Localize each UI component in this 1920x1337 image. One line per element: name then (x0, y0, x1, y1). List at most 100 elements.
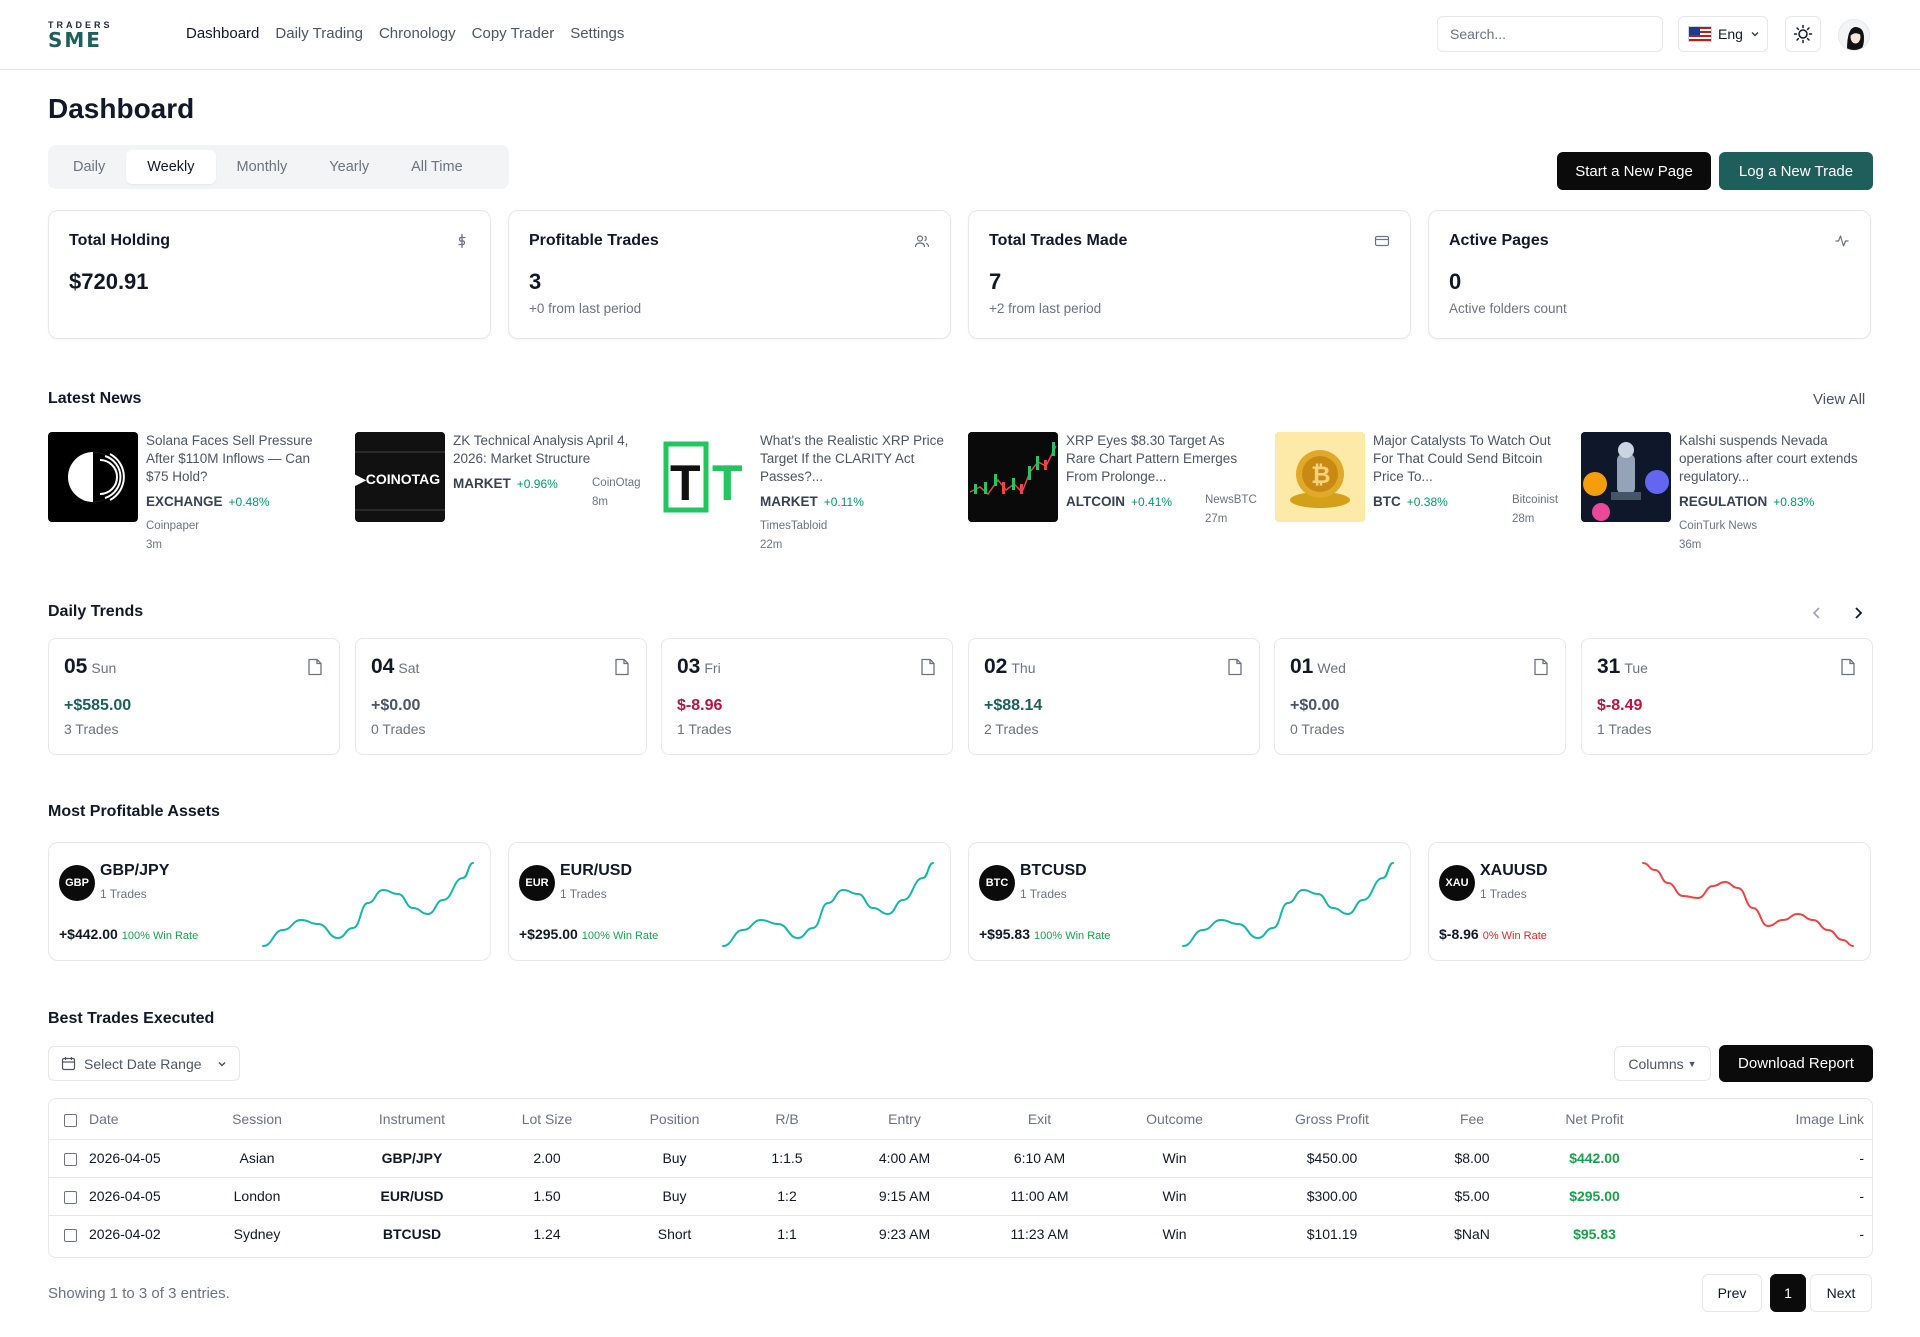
asset-card[interactable]: BTC BTCUSD 1 Trades +$95.83 100% Win Rate (968, 842, 1411, 961)
theme-toggle-button[interactable] (1785, 16, 1821, 52)
document-icon[interactable] (614, 658, 630, 676)
prev-page-button[interactable]: Prev (1702, 1274, 1762, 1312)
asset-card[interactable]: GBP GBP/JPY 1 Trades +$442.00 100% Win Rate (48, 842, 491, 961)
row-checkbox[interactable] (64, 1229, 77, 1243)
date-range-picker[interactable]: Select Date Range (48, 1046, 240, 1081)
log-new-trade-button[interactable]: Log a New Trade (1719, 152, 1873, 190)
day-card[interactable]: 01 Wed +$0.00 0 Trades (1274, 638, 1566, 755)
news-age: 36m (1679, 539, 1702, 551)
document-icon[interactable] (920, 658, 936, 676)
news-item[interactable]: Solana Faces Sell Pressure After $110M I… (48, 432, 348, 557)
news-tag: MARKET +0.11% (760, 494, 864, 509)
cell-net-profit: $295.00 (1522, 1177, 1667, 1216)
daily-trends-title: Daily Trends (48, 603, 144, 620)
cell-exit: 11:23 AM (1010, 1226, 1069, 1243)
news-title: Major Catalysts To Watch Out For That Co… (1373, 433, 1551, 484)
asset-profit-value: +$95.83 (979, 926, 1030, 942)
sparkline-path (722, 862, 934, 947)
tab-all-time[interactable]: All Time (390, 150, 484, 184)
row-checkbox[interactable] (64, 1152, 77, 1166)
nav-chronology[interactable]: Chronology (379, 25, 456, 42)
day-card[interactable]: 31 Tue $-8.49 1 Trades (1581, 638, 1873, 755)
asset-name: BTCUSD (1020, 862, 1087, 879)
next-page-button[interactable]: Next (1810, 1274, 1872, 1312)
news-source: CoinTurk News (1679, 520, 1758, 532)
col-exit[interactable]: Exit (972, 1099, 1107, 1140)
col-net-profit[interactable]: Net Profit (1522, 1099, 1667, 1140)
chevron-right-icon[interactable] (1849, 604, 1867, 622)
cell-gross-profit: $101.19 (1306, 1226, 1358, 1243)
cell-outcome: Win (1162, 1226, 1187, 1243)
col-position[interactable]: Position (612, 1099, 737, 1140)
news-item[interactable]: XRP Eyes $8.30 Target As Rare Chart Patt… (968, 432, 1268, 557)
day-trades-count: 1 Trades (1597, 721, 1652, 737)
view-all-news-link[interactable]: View All (1813, 391, 1865, 408)
download-report-button[interactable]: Download Report (1719, 1045, 1873, 1082)
day-card[interactable]: 05 Sun +$585.00 3 Trades (48, 638, 340, 755)
row-checkbox[interactable] (64, 1190, 77, 1204)
search-input[interactable] (1437, 16, 1663, 52)
col-image-link[interactable]: Image Link (1667, 1099, 1872, 1140)
stat-title: Total Holding (69, 232, 171, 249)
table-row[interactable]: 2026-04-05 Asian GBP/JPY 2.00 Buy 1:1.5 4:00 A… (49, 1139, 1872, 1178)
col-date[interactable]: Date (77, 1099, 172, 1140)
asset-sparkline (1642, 862, 1854, 947)
nav-dashboard[interactable]: Dashboard (186, 25, 259, 42)
start-new-page-button[interactable]: Start a New Page (1557, 152, 1711, 190)
language-select[interactable]: Eng (1678, 16, 1768, 52)
document-icon[interactable] (307, 658, 323, 676)
nav-settings[interactable]: Settings (570, 25, 624, 42)
nav-daily-trading[interactable]: Daily Trading (275, 25, 363, 42)
document-icon[interactable] (1840, 658, 1856, 676)
col-rb[interactable]: R/B (737, 1099, 837, 1140)
news-item[interactable]: Kalshi suspends Nevada operations after … (1581, 432, 1881, 557)
col-gross-profit[interactable]: Gross Profit (1242, 1099, 1422, 1140)
col-lot-size[interactable]: Lot Size (482, 1099, 612, 1140)
asset-card[interactable]: EUR EUR/USD 1 Trades +$295.00 100% Win Rate (508, 842, 951, 961)
stat-subtext: +2 from last period (989, 301, 1102, 316)
col-session[interactable]: Session (172, 1099, 342, 1140)
table-row[interactable]: 2026-04-02 Sydney BTCUSD 1.24 Short 1:1 9:23 A… (49, 1215, 1872, 1253)
day-card[interactable]: 03 Fri $-8.96 1 Trades (661, 638, 953, 755)
day-card[interactable]: 04 Sat +$0.00 0 Trades (355, 638, 647, 755)
news-item[interactable]: ▶COINOTAG ZK Technical Analysis April 4,… (355, 432, 655, 557)
news-title: What's the Realistic XRP Price Target If… (760, 433, 944, 484)
page-1-button[interactable]: 1 (1770, 1274, 1806, 1312)
document-icon[interactable] (1533, 658, 1549, 676)
day-card[interactable]: 02 Thu +$88.14 2 Trades (968, 638, 1260, 755)
cell-session: Asian (172, 1139, 342, 1178)
news-item[interactable]: TT What's the Realistic XRP Price Target… (662, 432, 962, 557)
col-entry[interactable]: Entry (837, 1099, 972, 1140)
col-outcome[interactable]: Outcome (1107, 1099, 1242, 1140)
user-avatar[interactable] (1838, 19, 1870, 51)
news-source: TimesTabloid (760, 520, 828, 532)
table-row[interactable]: 2026-04-05 London EUR/USD 1.50 Buy 1:2 9:15 AM… (49, 1177, 1872, 1216)
row-select-cell (49, 1177, 77, 1216)
tab-daily[interactable]: Daily (52, 150, 126, 184)
stat-card-active-pages: Active Pages 0 Active folders count (1428, 210, 1871, 339)
chevron-left-icon[interactable] (1808, 604, 1826, 622)
document-icon[interactable] (1227, 658, 1243, 676)
brand-logo[interactable]: TRADERS SME (48, 20, 138, 50)
language-label: Eng (1718, 26, 1743, 42)
asset-card[interactable]: XAU XAUUSD 1 Trades $-8.96 0% Win Rate (1428, 842, 1871, 961)
cell-fee: $5.00 (1422, 1177, 1522, 1216)
card-icon (1374, 235, 1390, 247)
asset-profit: +$95.83 100% Win Rate (979, 926, 1110, 942)
nav-copy-trader[interactable]: Copy Trader (472, 25, 555, 42)
stat-title: Total Trades Made (989, 232, 1128, 249)
asset-profit: +$295.00 100% Win Rate (519, 926, 658, 942)
tab-monthly[interactable]: Monthly (216, 150, 309, 184)
news-item[interactable]: ₿ Major Catalysts To Watch Out For That … (1275, 432, 1575, 557)
stat-card-total-trades: Total Trades Made 7 +2 from last period (968, 210, 1411, 339)
col-fee[interactable]: Fee (1422, 1099, 1522, 1140)
cell-entry: 9:15 AM (837, 1177, 972, 1216)
asset-trades: 1 Trades (100, 887, 147, 901)
select-all-checkbox[interactable] (64, 1113, 77, 1127)
top-nav: TRADERS SME Dashboard Daily Trading Chro… (0, 0, 1920, 70)
col-instrument[interactable]: Instrument (342, 1099, 482, 1140)
tab-weekly[interactable]: Weekly (126, 150, 216, 184)
asset-name: XAUUSD (1480, 862, 1548, 879)
columns-button[interactable]: Columns ▼ (1614, 1046, 1711, 1081)
tab-yearly[interactable]: Yearly (308, 150, 390, 184)
